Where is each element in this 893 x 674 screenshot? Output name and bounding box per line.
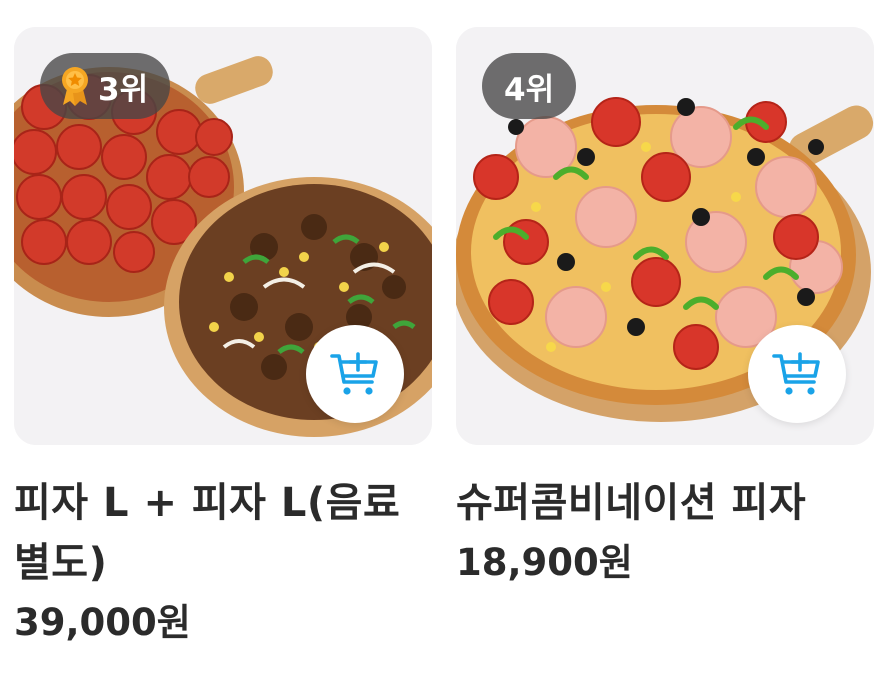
add-to-cart-button[interactable] [306,325,404,423]
rank-label: 4위 [504,71,555,108]
product-price: 39,000원 [14,601,191,644]
product-name[interactable]: 슈퍼콤비네이션 피자 [456,473,874,533]
cart-add-icon [330,352,378,395]
product-image[interactable]: 4위 [456,27,874,445]
product-name[interactable]: 피자 L + 피자 L(음료별도) [14,473,432,593]
product-image[interactable]: 3위 [14,27,432,445]
product-price: 18,900원 [456,541,633,584]
product-grid: 3위 피자 L + 피자 L(음료별도) 39,000원 4위 슈퍼콤비네이션 … [0,0,893,674]
add-to-cart-button[interactable] [748,325,846,423]
cart-add-icon [772,352,820,395]
rank-label: 3위 [98,71,149,108]
medal-icon [62,67,88,106]
rank-badge: 4위 [482,53,577,119]
rank-badge: 3위 [40,53,171,119]
product-card[interactable]: 3위 피자 L + 피자 L(음료별도) 39,000원 [14,27,432,649]
product-card[interactable]: 4위 슈퍼콤비네이션 피자 18,900원 [456,27,874,589]
